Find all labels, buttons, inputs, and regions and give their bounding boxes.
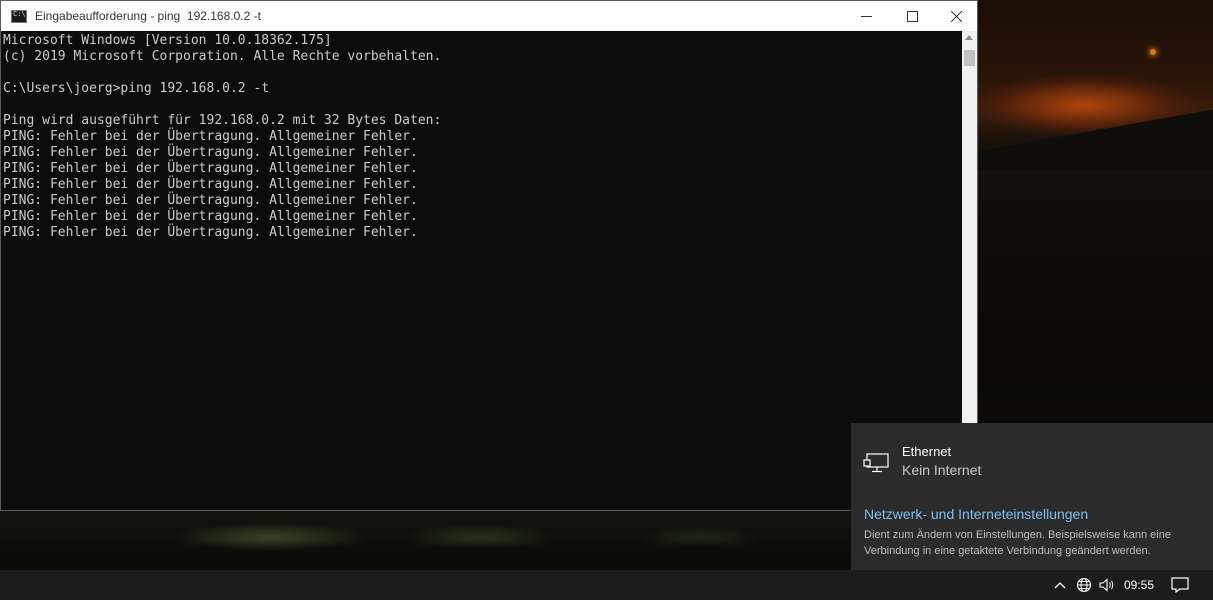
taskbar: 09:55 (0, 570, 1213, 600)
cmd-icon[interactable] (11, 9, 27, 23)
notification-icon (1171, 577, 1189, 593)
show-hidden-icons-button[interactable] (1052, 570, 1068, 600)
network-settings-link[interactable]: Netzwerk- und Interneteinstellungen (864, 506, 1088, 522)
wallpaper-light-spot (1150, 49, 1156, 55)
console-window[interactable]: Eingabeaufforderung - ping 192.168.0.2 -… (0, 0, 978, 511)
network-settings-description: Dient zum Ändern von Einstellungen. Beis… (864, 529, 1171, 557)
network-name[interactable]: Ethernet (902, 444, 951, 459)
network-flyout: Ethernet Kein Internet Netzwerk- und Int… (851, 423, 1213, 570)
console-line: PING: Fehler bei der Übertragung. Allgem… (3, 129, 418, 144)
wallpaper-mountains (978, 110, 1213, 170)
console-line: PING: Fehler bei der Übertragung. Allgem… (3, 209, 418, 224)
network-status: Kein Internet (902, 462, 982, 478)
console-line: C:\Users\joerg>ping 192.168.0.2 -t (3, 81, 270, 96)
tray-volume-button[interactable] (1097, 570, 1117, 600)
console-line: (c) 2019 Microsoft Corporation. Alle Rec… (3, 49, 442, 64)
window-title: Eingabeaufforderung - ping 192.168.0.2 -… (35, 9, 261, 23)
action-center-button[interactable] (1168, 570, 1192, 600)
tray-clock[interactable]: 09:55 (1120, 570, 1158, 600)
minimize-icon (860, 15, 872, 17)
console-line: PING: Fehler bei der Übertragung. Allgem… (3, 193, 418, 208)
console-line: PING: Fehler bei der Übertragung. Allgem… (3, 225, 418, 240)
window-titlebar[interactable]: Eingabeaufforderung - ping 192.168.0.2 -… (1, 1, 977, 31)
globe-network-icon (1076, 577, 1092, 593)
scrollbar-thumb[interactable] (964, 50, 975, 66)
console-line: Ping wird ausgeführt für 192.168.0.2 mit… (3, 113, 442, 128)
console-line: PING: Fehler bei der Übertragung. Allgem… (3, 177, 418, 192)
close-icon (950, 10, 962, 22)
minimize-button[interactable] (843, 1, 889, 31)
ethernet-network-icon (863, 453, 889, 473)
tray-network-button[interactable] (1074, 570, 1094, 600)
scroll-up-arrow-icon[interactable] (965, 35, 973, 40)
console-text: Microsoft Windows [Version 10.0.18362.17… (1, 31, 962, 241)
chevron-up-icon (1054, 582, 1066, 589)
console-line: PING: Fehler bei der Übertragung. Allgem… (3, 145, 418, 160)
console-line: Microsoft Windows [Version 10.0.18362.17… (3, 33, 332, 48)
maximize-button[interactable] (889, 1, 935, 31)
wallpaper-lights (0, 512, 860, 567)
close-button[interactable] (933, 1, 979, 31)
speaker-icon (1099, 578, 1114, 592)
console-line: PING: Fehler bei der Übertragung. Allgem… (3, 161, 418, 176)
console-output[interactable]: Microsoft Windows [Version 10.0.18362.17… (1, 31, 962, 510)
maximize-icon (906, 10, 918, 22)
